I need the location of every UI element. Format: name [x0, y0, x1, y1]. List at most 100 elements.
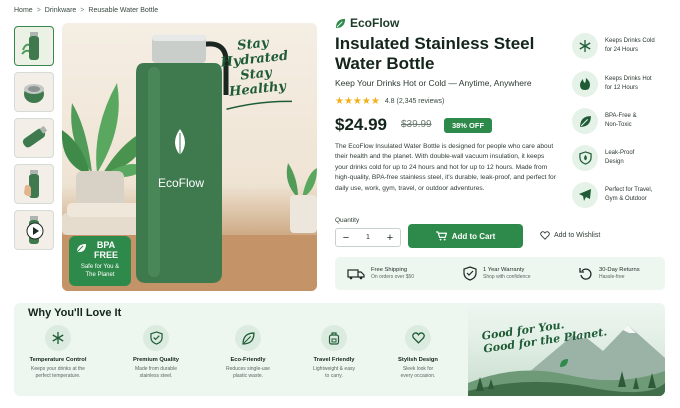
warranty-title: 1 Year Warranty [483, 267, 525, 273]
quantity-increase-button[interactable]: + [380, 229, 400, 246]
quantity-label: Quantity [335, 217, 360, 224]
badge-safe-line: Safe for You & The Planet [80, 264, 120, 278]
breadcrumb-drinkware[interactable]: Drinkware [45, 7, 77, 14]
shield-check-icon [149, 331, 163, 345]
feature-line: for 24 Hours [605, 47, 639, 53]
why-item-temperature: Temperature Control Keeps your drinks at… [14, 325, 102, 380]
add-to-wishlist-button[interactable]: Add to Wishlist [540, 231, 600, 240]
original-price: $39.99 [401, 119, 432, 130]
wishlist-label: Add to Wishlist [554, 232, 601, 239]
feature-line: Design [605, 159, 624, 165]
why-item-desc: Sleek look for every occasion. [400, 366, 436, 379]
why-item-desc: Keeps your drinks at the perfect temperat… [31, 366, 85, 379]
feature-line: for 12 Hours [605, 85, 639, 91]
leaf-icon [579, 115, 591, 127]
thumbnail-3[interactable] [14, 118, 54, 158]
shipping-item-free-shipping: Free Shipping On orders over $50 [347, 257, 414, 290]
why-item-title: Travel Friendly [313, 357, 355, 363]
heart-icon [411, 332, 425, 344]
warranty-detail: Shop with confidence [483, 274, 531, 280]
leaf-icon [76, 244, 86, 253]
thumbnail-1[interactable] [14, 26, 54, 66]
flame-icon [580, 78, 590, 90]
heart-icon [540, 231, 550, 240]
thumbnail-4[interactable] [14, 164, 54, 204]
leaf-icon [241, 331, 255, 345]
shipping-item-warranty: 1 Year Warranty Shop with confidence [463, 257, 531, 290]
product-hero-image: EcoFlow Stay Hydrated Stay Healthy BPA F… [62, 23, 317, 291]
brand-logo[interactable]: EcoFlow [335, 16, 399, 30]
quantity-decrease-button[interactable]: − [336, 229, 356, 246]
breadcrumb-current: Reusable Water Bottle [88, 7, 159, 14]
good-for-planet-banner: Good for You. Good for the Planet. [468, 303, 665, 396]
lid-thumbnail-image [24, 84, 44, 103]
why-item-desc: Reduces single-use plastic waste. [226, 366, 270, 379]
feature-line: Non-Toxic [605, 122, 632, 128]
play-icon [26, 222, 44, 240]
feature-line: Gym & Outdoor [605, 196, 647, 202]
add-to-cart-button[interactable]: Add to Cart [408, 224, 523, 248]
product-subtitle: Keep Your Drinks Hot or Cold — Anytime, … [335, 78, 532, 88]
why-item-title: Eco-Friendly [230, 357, 266, 363]
thumbnail-2[interactable] [14, 72, 54, 112]
bottle-hand-thumbnail-image [24, 170, 39, 198]
return-icon [579, 267, 592, 280]
product-rating[interactable]: ★★★★★ 4.8 (2,345 reviews) [335, 96, 444, 107]
quantity-value[interactable]: 1 [366, 234, 370, 241]
feature-line: Keeps Drinks Hot [605, 76, 652, 82]
quantity-stepper: − 1 + [335, 228, 401, 247]
brand-name: EcoFlow [350, 16, 400, 30]
why-item-title: Temperature Control [29, 357, 87, 363]
bottle-thumbnail-image [19, 28, 49, 64]
why-item-eco: Eco-Friendly Reduces single-use plastic w… [204, 325, 292, 380]
breadcrumb-separator: > [36, 7, 41, 14]
thumbnail-video[interactable] [14, 210, 54, 250]
shipping-title: Free Shipping [371, 267, 408, 273]
why-item-travel: Travel Friendly Lightweight & easy to car… [290, 325, 378, 380]
feature-leak-proof: Leak-Proof Design [572, 143, 672, 173]
bottle-side-thumbnail-image [22, 125, 48, 148]
shipping-detail: On orders over $50 [371, 274, 415, 280]
feature-hot: Keeps Drinks Hot for 12 Hours [572, 69, 672, 99]
feature-bpa-free: BPA-Free & Non-Toxic [572, 106, 672, 136]
snowflake-icon [579, 40, 591, 52]
shield-drop-icon [578, 151, 592, 165]
why-item-quality: Premium Quality Made from durable stainle… [112, 325, 200, 380]
feature-line: Leak-Proof [605, 150, 635, 156]
feature-travel: Perfect for Travel, Gym & Outdoor [572, 180, 672, 210]
shield-check-icon [463, 266, 477, 281]
why-item-desc: Lightweight & easy to carry. [313, 366, 355, 379]
breadcrumb-separator: > [80, 7, 85, 14]
why-item-design: Stylish Design Sleek look for every occas… [374, 325, 462, 380]
bottle-logo-text: EcoFlow [157, 176, 204, 190]
cart-icon [435, 231, 447, 241]
feature-line: Keeps Drinks Cold [605, 38, 655, 44]
leaf-icon [335, 18, 346, 28]
breadcrumb: Home > Drinkware > Reusable Water Bottle [14, 7, 158, 14]
returns-title: 30-Day Returns [599, 267, 640, 273]
why-section-title: Why You'll Love It [28, 307, 122, 319]
backpack-icon [328, 332, 340, 345]
why-item-title: Premium Quality [132, 357, 180, 363]
breadcrumb-home[interactable]: Home [14, 7, 33, 14]
truck-icon [347, 268, 365, 279]
shipping-item-returns: 30-Day Returns Hassle-free [579, 257, 640, 290]
why-item-desc: Made from durable stainless steel. [135, 366, 177, 379]
rating-stars: ★★★★★ [335, 96, 380, 107]
add-to-cart-label: Add to Cart [451, 231, 496, 241]
bpa-free-badge: BPA FREE Safe for You & The Planet [69, 236, 131, 286]
hero-tagline: Stay Hydrated Stay Healthy [207, 33, 304, 117]
returns-detail: Hassle-free [599, 274, 625, 280]
why-you-love-it-section: Why You'll Love It Temperature Control K… [14, 303, 665, 396]
product-title: Insulated Stainless Steel Water Bottle [335, 34, 535, 73]
shipping-info-bar: Free Shipping On orders over $50 1 Year … [335, 257, 665, 290]
feature-line: BPA-Free & [605, 113, 637, 119]
rating-text: 4.8 (2,345 reviews) [384, 98, 445, 105]
plane-icon [579, 189, 591, 201]
why-item-title: Stylish Design [398, 357, 438, 363]
snowflake-icon [52, 332, 64, 344]
discount-badge: 38% OFF [444, 118, 492, 133]
feature-line: Perfect for Travel, [605, 187, 653, 193]
current-price: $24.99 [335, 115, 387, 134]
feature-cold: Keeps Drinks Cold for 24 Hours [572, 31, 672, 61]
